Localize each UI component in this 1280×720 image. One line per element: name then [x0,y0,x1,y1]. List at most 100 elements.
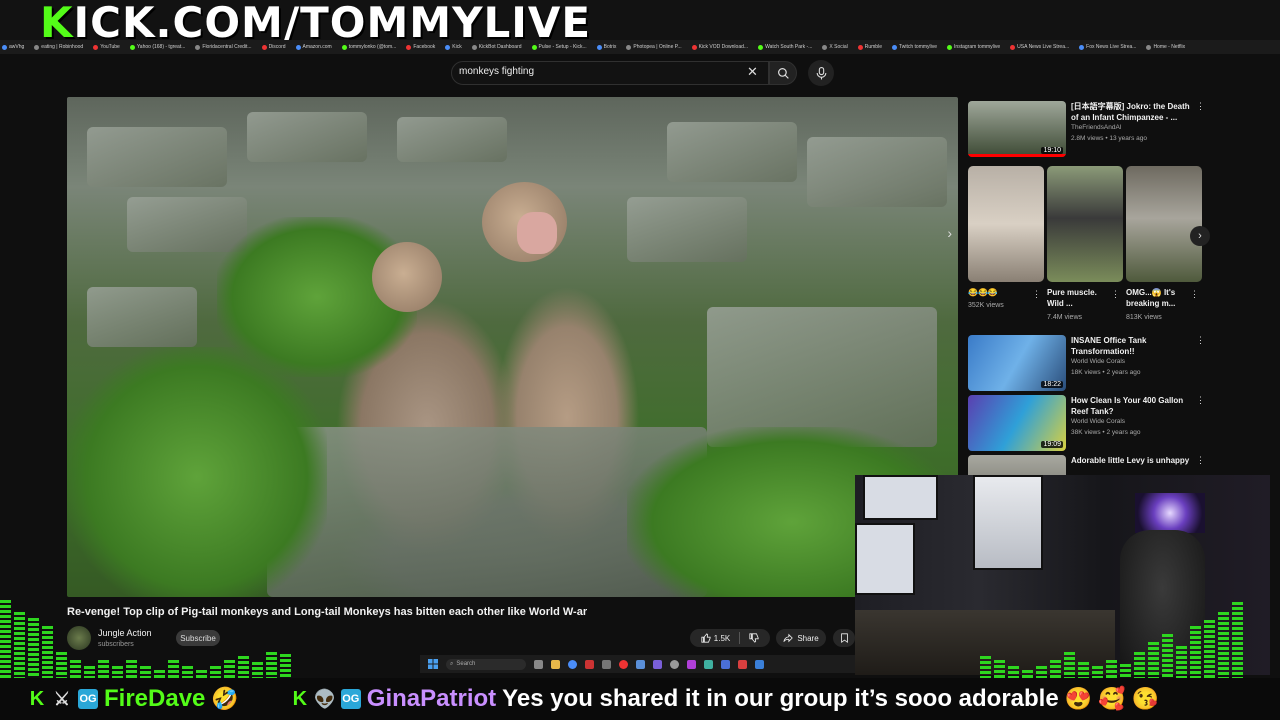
more-options-icon[interactable]: ⋮ [1196,395,1205,406]
video-thumbnail[interactable]: 19:09 [968,395,1066,451]
video-thumbnail[interactable]: 19:10 [968,101,1066,157]
short-title[interactable]: 😂😂😂 [968,287,1036,298]
chrome-icon[interactable] [568,659,577,669]
share-icon [783,633,794,643]
bookmark-item[interactable]: Kick [445,44,462,50]
channel-name[interactable]: TheFriendsAndAl [1071,124,1121,131]
share-button[interactable]: Share [776,629,826,647]
bookmark-item[interactable]: Floridacentral Credit... [195,44,252,50]
bookmark-item[interactable]: Photopea | Online P... [626,44,682,50]
short-thumbnail[interactable] [1047,166,1123,282]
recommended-video[interactable]: 18:22 INSANE Office Tank Transformation!… [968,335,1208,391]
video-meta: 18K views • 2 years ago [1071,369,1141,376]
task-view-icon[interactable] [534,659,543,669]
thumbs-down-icon[interactable] [749,633,759,643]
bookmark-item[interactable]: Twitch tommylive [891,44,937,50]
video-thumbnail[interactable]: 18:22 [968,335,1066,391]
video-title[interactable]: Adorable little Levy is unhappy [1071,455,1196,466]
bookmark-item[interactable]: Fox News Live Strea... [1079,44,1136,50]
chevron-right-icon[interactable]: › [947,225,952,241]
bookmark-item[interactable]: Watch South Park -... [758,44,812,50]
search-button[interactable] [769,61,797,85]
more-options-icon[interactable]: ⋮ [1190,289,1199,300]
app-icon[interactable] [704,659,713,669]
bookmark-item[interactable]: Botrix [596,44,616,50]
bookmark-item[interactable]: Home - Netflix [1146,44,1185,50]
video-thumbnail[interactable] [968,455,1066,475]
app-icon[interactable] [636,659,645,669]
bookmark-item[interactable]: eating | Robinhood [34,44,83,50]
bookmark-item[interactable]: Facebook [406,44,435,50]
audio-visualizer-right [980,602,1243,682]
chat-message: K ⚔ OG FireDave 🤣 [28,685,239,713]
site-favicon-icon [1079,44,1085,50]
recommended-video[interactable]: 19:09 How Clean Is Your 400 Gallon Reef … [968,395,1208,451]
search-input[interactable] [459,66,739,77]
bookmark-item[interactable]: KickBot Dashboard [471,44,522,50]
bookmark-item[interactable]: awVhg [2,44,24,50]
like-button[interactable]: 1.5K [701,633,730,643]
og-badge-icon: OG [78,689,98,709]
site-favicon-icon [195,44,201,50]
app-icon[interactable] [653,659,662,669]
voice-search-button[interactable] [808,60,834,86]
chat-username[interactable]: GinaPatriot [367,685,496,713]
bookmark-icon [840,633,848,643]
like-dislike-group: 1.5K [690,629,770,647]
clear-search-icon[interactable]: ✕ [747,64,758,80]
bookmark-item[interactable]: Discord [261,44,286,50]
bookmark-item[interactable]: tommylonko (@tom... [341,44,396,50]
app-icon[interactable] [619,659,628,669]
recommended-video[interactable]: 19:10 [日本語字幕版] Jokro: the Death of an In… [968,101,1208,157]
channel-name[interactable]: World Wide Corals [1071,418,1125,425]
site-favicon-icon [691,44,697,50]
app-icon[interactable] [602,659,611,669]
site-favicon-icon [34,44,40,50]
app-icon[interactable] [585,659,594,669]
app-icon[interactable] [687,659,696,669]
short-thumbnail[interactable] [1126,166,1202,282]
kick-badge-icon: K [29,687,45,710]
site-favicon-icon [596,44,602,50]
bookmark-item[interactable]: Pulse - Setup - Kick... [531,44,587,50]
monitor [863,475,938,520]
bookmark-item[interactable]: Yahoo (168) - tgreat... [129,44,185,50]
bookmark-item[interactable]: Rumble [857,44,882,50]
app-icon[interactable] [670,659,679,669]
chat-username[interactable]: FireDave [104,685,205,713]
short-views: 813K views [1126,314,1162,321]
bookmark-item[interactable]: USA News Live Strea... [1010,44,1069,50]
taskbar-search[interactable]: ⌕ Search [446,658,526,670]
short-thumbnail[interactable] [968,166,1044,282]
windows-start-icon[interactable] [428,659,438,669]
site-favicon-icon [2,44,7,50]
app-icon[interactable] [755,659,764,669]
bookmark-item[interactable]: X Social [822,44,848,50]
bookmark-item[interactable]: Amazon.com [295,44,332,50]
video-title[interactable]: INSANE Office Tank Transformation!! [1071,335,1196,357]
recommended-video[interactable]: Adorable little Levy is unhappy ⋮ [968,455,1208,475]
more-options-icon[interactable]: ⋮ [1196,335,1205,346]
video-title[interactable]: [日本語字幕版] Jokro: the Death of an Infant C… [1071,101,1196,123]
short-title[interactable]: Pure muscle. Wild ... [1047,287,1115,309]
alien-badge-icon: 👽 [313,688,337,709]
bookmark-item[interactable]: YouTube [93,44,120,50]
bookmark-item[interactable]: Instagram tommylive [947,44,1000,50]
app-icon[interactable] [738,659,747,669]
audio-visualizer-left [0,600,291,682]
video-title[interactable]: How Clean Is Your 400 Gallon Reef Tank? [1071,395,1196,417]
file-explorer-icon[interactable] [551,659,560,669]
more-options-icon[interactable]: ⋮ [1196,455,1205,466]
app-icon[interactable] [721,659,730,669]
site-favicon-icon [295,44,301,50]
video-player[interactable]: › [67,97,958,597]
channel-name[interactable]: World Wide Corals [1071,358,1125,365]
short-title[interactable]: OMG...😱 It's breaking m... [1126,287,1194,309]
like-count: 1.5K [713,633,731,643]
more-options-icon[interactable]: ⋮ [1032,289,1041,300]
more-options-icon[interactable]: ⋮ [1196,101,1205,112]
chevron-right-icon[interactable]: › [1190,226,1210,246]
bookmark-item[interactable]: Kick VOD Download... [691,44,748,50]
save-button[interactable] [833,629,855,647]
more-options-icon[interactable]: ⋮ [1111,289,1120,300]
